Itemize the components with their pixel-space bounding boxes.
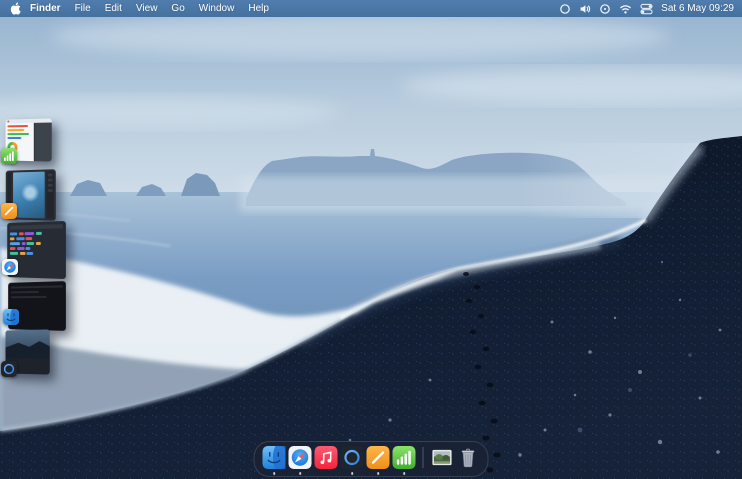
volume-icon[interactable] [579,3,591,15]
menu-view[interactable]: View [129,3,165,14]
picture-file-icon[interactable] [431,446,454,469]
dock [254,441,489,477]
chart-app-icon [1,148,17,164]
running-indicator [403,472,406,475]
menu-file[interactable]: File [68,3,98,14]
finder-icon[interactable] [263,446,286,469]
menu-edit[interactable]: Edit [98,3,129,14]
pencil-app-icon[interactable] [367,446,390,469]
ring-app-icon [1,361,17,377]
menu-bar: Finder File Edit View Go Window Help [0,0,742,17]
menu-app-name[interactable]: Finder [28,3,68,14]
stage-window-safari[interactable] [5,222,60,272]
ring-app-icon[interactable] [341,446,364,469]
stage-window-finder[interactable] [6,282,60,322]
finder-icon [3,309,19,325]
wifi-icon[interactable] [619,3,632,15]
wallpaper-beach [0,0,742,479]
close-button-dot [7,120,9,122]
stage-window-image-editor[interactable] [4,170,52,216]
running-indicator [377,472,380,475]
stage-window-photo-viewer[interactable] [4,330,50,374]
control-center-icon[interactable] [640,3,653,15]
menu-help[interactable]: Help [241,3,276,14]
status-ring-icon[interactable] [599,3,611,15]
music-icon[interactable] [315,446,338,469]
menu-clock[interactable]: Sat 6 May 09:29 [661,3,734,14]
safari-icon [2,259,18,275]
dock-separator [423,447,424,468]
apple-menu[interactable] [8,2,28,15]
trash-icon[interactable] [457,446,480,469]
menu-window[interactable]: Window [192,3,242,14]
menu-go[interactable]: Go [164,3,191,14]
mountain-photo [5,329,49,358]
running-indicator [299,472,302,475]
pencil-app-icon [1,203,17,219]
apple-icon [10,2,21,15]
edited-photo [13,172,45,219]
safari-icon[interactable] [289,446,312,469]
status-circle-icon[interactable] [559,3,571,15]
stage-window-stats-app[interactable] [4,119,52,161]
running-indicator [351,472,354,475]
chart-app-icon[interactable] [393,446,416,469]
running-indicator [273,472,276,475]
